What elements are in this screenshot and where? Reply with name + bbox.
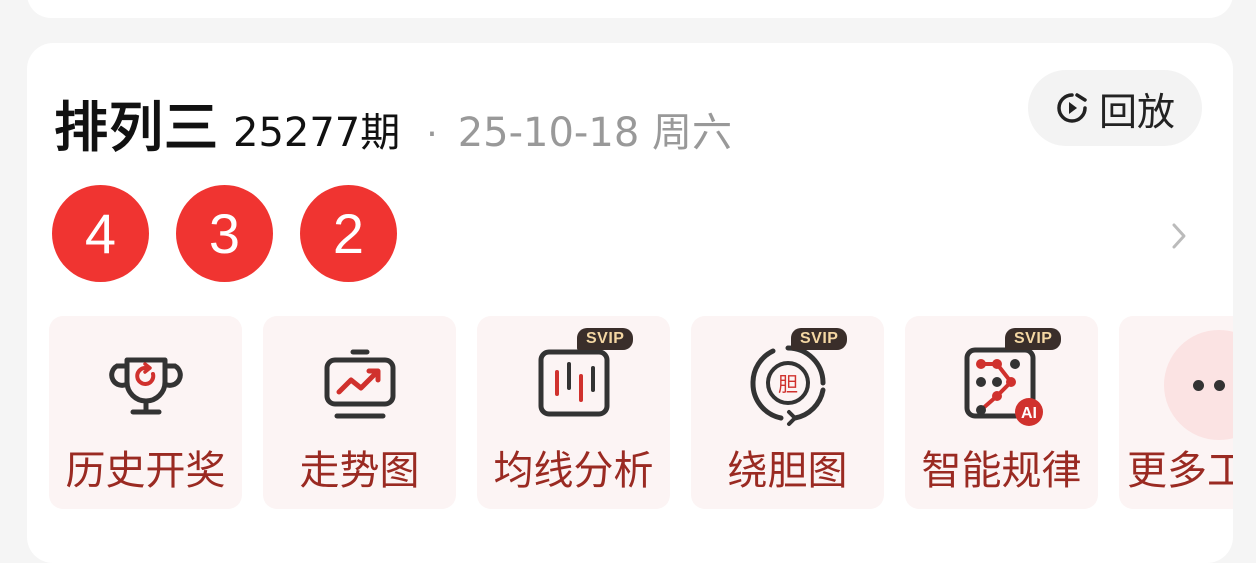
tool-cycle[interactable]: 胆 SVIP 绕胆图 — [691, 316, 884, 509]
cycle-center-char: 胆 — [778, 372, 798, 396]
svip-badge: SVIP — [1005, 328, 1062, 350]
tool-history[interactable]: 历史开奖 — [49, 316, 242, 509]
candlestick-icon — [538, 349, 609, 417]
number-ball: 4 — [52, 185, 149, 282]
number-ball: 2 — [300, 185, 397, 282]
trophy-icon — [108, 357, 183, 415]
tool-label: 走势图 — [299, 448, 420, 494]
replay-clock-icon — [1057, 93, 1087, 123]
tool-label: 智能规律 — [921, 448, 1082, 494]
cycle-icon: 胆 — [749, 345, 825, 426]
chevron-right-icon[interactable] — [1169, 221, 1189, 251]
winning-numbers[interactable]: 4 3 2 — [52, 185, 397, 282]
tool-trend[interactable]: 走势图 — [263, 316, 456, 509]
svip-badge: SVIP — [791, 328, 848, 350]
draw-date: 25-10-18 周六 — [457, 110, 732, 156]
ai-badge-text: AI — [1021, 405, 1037, 422]
number-ball: 3 — [176, 185, 273, 282]
tool-more[interactable]: 更多工具 — [1119, 316, 1233, 509]
ai-pattern-icon: AI — [964, 347, 1043, 426]
tool-label: 历史开奖 — [65, 448, 226, 494]
tool-row: 历史开奖 走势图 SVIP 均线分析 胆 SVIP 绕胆图 AI SVIP 智能… — [49, 316, 1233, 509]
trend-chart-icon — [324, 349, 395, 419]
issue-number: 25277期 — [233, 110, 401, 156]
lottery-card: 排列三 25277期 · 25-10-18 周六 回放 4 3 2 历史开奖 走… — [27, 43, 1233, 563]
svip-badge: SVIP — [577, 328, 634, 350]
lottery-name: 排列三 — [54, 96, 219, 159]
separator-dot: · — [426, 114, 438, 155]
more-icon — [1164, 330, 1233, 440]
replay-button[interactable]: 回放 — [1028, 70, 1202, 146]
previous-card — [27, 0, 1233, 18]
tool-moving-average[interactable]: SVIP 均线分析 — [477, 316, 670, 509]
tool-ai-pattern[interactable]: AI SVIP 智能规律 — [905, 316, 1098, 509]
tool-label: 绕胆图 — [727, 448, 848, 494]
tool-label: 均线分析 — [493, 448, 654, 494]
lottery-header: 排列三 25277期 · 25-10-18 周六 — [54, 83, 732, 159]
tool-label: 更多工具 — [1127, 448, 1233, 494]
replay-label: 回放 — [1098, 89, 1175, 134]
